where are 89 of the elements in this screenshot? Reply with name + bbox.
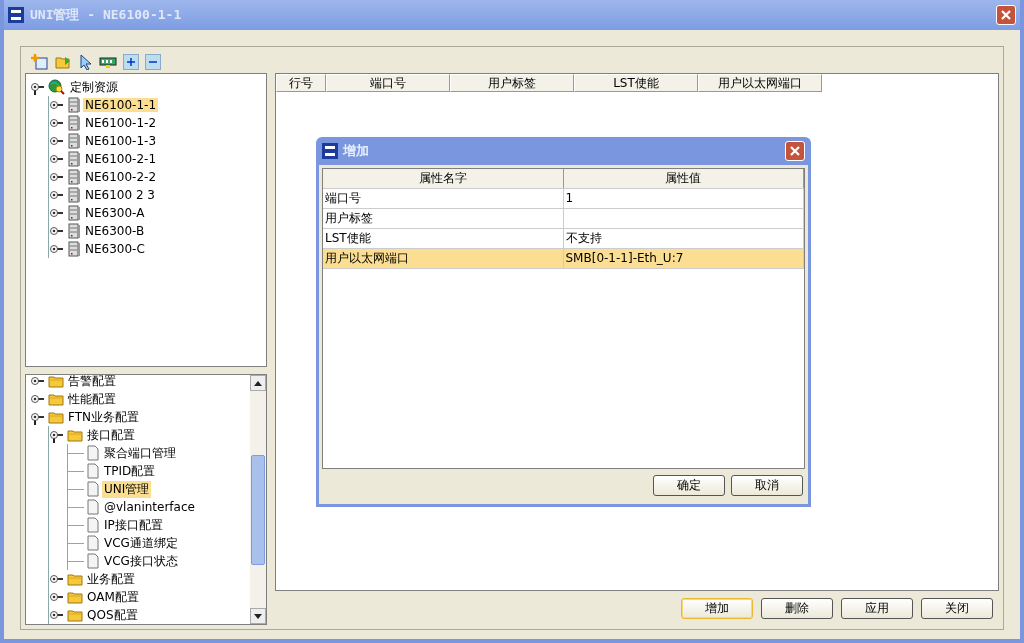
close-button[interactable] <box>785 141 805 161</box>
action-button[interactable]: 关闭 <box>921 597 993 619</box>
table-row[interactable]: 端口号 1 <box>323 189 804 209</box>
tree-item[interactable]: NE6100 2 3 <box>83 188 157 202</box>
tree-item[interactable]: 业务配置 <box>85 570 137 588</box>
globe-search-icon <box>48 79 66 95</box>
tree-item[interactable]: NE6100-1-2 <box>83 116 159 130</box>
tree-item[interactable]: 性能配置 <box>66 390 118 408</box>
column-header[interactable]: 属性名字 <box>323 169 564 188</box>
expand-all-icon[interactable] <box>123 54 139 70</box>
dialog-button[interactable]: 确定 <box>653 474 725 496</box>
tree-item[interactable]: TPID配置 <box>102 462 158 480</box>
dialog-title: 增加 <box>343 142 370 160</box>
pointer-icon[interactable] <box>79 54 93 70</box>
column-header[interactable]: 用户标签 <box>450 74 574 92</box>
action-button[interactable]: 删除 <box>761 597 833 619</box>
server-icon <box>67 133 81 149</box>
server-icon <box>67 223 81 239</box>
window-title: UNI管理 - NE6100-1-1 <box>30 6 183 24</box>
close-icon <box>789 145 801 157</box>
tree-item[interactable]: NE6100-2-1 <box>83 152 159 166</box>
scroll-down-button[interactable] <box>250 608 266 624</box>
down-arrow-icon <box>254 613 262 619</box>
tree-item[interactable]: NE6300-C <box>83 242 147 256</box>
tree-item[interactable]: @vlaninterface <box>102 500 197 514</box>
tree-item[interactable]: FTN业务配置 <box>66 408 141 426</box>
tree-item[interactable]: NE6300-B <box>83 224 147 238</box>
property-name: LST使能 <box>325 231 371 245</box>
tree-item[interactable]: VCG接口状态 <box>102 552 180 570</box>
collapse-all-icon[interactable] <box>145 54 161 70</box>
table-row[interactable]: 用户标签 <box>323 209 804 229</box>
tree-item[interactable]: NE6100-2-2 <box>83 170 159 184</box>
document-icon <box>86 499 100 515</box>
tree-item[interactable]: QOS配置 <box>85 606 140 624</box>
tree-item[interactable]: NE6100-1-1 <box>83 98 159 112</box>
folder-icon <box>67 608 83 622</box>
folder-icon <box>67 572 83 586</box>
column-header[interactable]: 用户以太网端口 <box>698 74 822 92</box>
tree-item[interactable]: UNI管理 <box>102 480 152 498</box>
close-button[interactable] <box>996 5 1016 25</box>
server-icon <box>67 187 81 203</box>
app-logo-icon <box>322 143 338 159</box>
tree-item[interactable]: OAM配置 <box>85 588 141 606</box>
property-name: 端口号 <box>325 191 361 205</box>
document-icon <box>86 463 100 479</box>
property-name: 用户标签 <box>325 211 373 225</box>
tree-item[interactable]: IP接口配置 <box>102 516 165 534</box>
dialog-button[interactable]: 取消 <box>731 474 803 496</box>
server-icon <box>67 115 81 131</box>
document-icon <box>86 535 100 551</box>
scroll-up-button[interactable] <box>250 375 266 391</box>
property-value: 不支持 <box>565 231 602 245</box>
server-icon <box>67 205 81 221</box>
tree-item[interactable]: 聚合端口管理 <box>102 444 178 462</box>
board-icon[interactable] <box>99 54 117 70</box>
property-name: 用户以太网端口 <box>325 251 409 265</box>
folder-icon <box>67 428 83 442</box>
column-header[interactable]: 属性值 <box>563 169 804 188</box>
scrollbar[interactable] <box>250 375 266 624</box>
folder-icon <box>48 392 64 406</box>
close-icon <box>1000 9 1012 21</box>
property-value: SMB[0-1-1]-Eth_U:7 <box>565 251 684 265</box>
tree-item[interactable]: NE6100-1-3 <box>83 134 159 148</box>
server-icon <box>67 97 81 113</box>
folder-icon <box>48 375 64 388</box>
folder-icon <box>67 590 83 604</box>
document-icon <box>86 481 100 497</box>
action-button[interactable]: 应用 <box>841 597 913 619</box>
column-header[interactable]: LST使能 <box>574 74 698 92</box>
tree-item[interactable]: NE6300-A <box>83 206 147 220</box>
column-header[interactable]: 行号 <box>276 74 326 92</box>
tree-item[interactable]: 定制资源 <box>68 78 120 96</box>
tree-item[interactable]: 接口配置 <box>85 426 137 444</box>
property-value: 1 <box>565 191 574 205</box>
server-icon <box>67 151 81 167</box>
document-icon <box>86 445 100 461</box>
server-icon <box>67 241 81 257</box>
column-header[interactable]: 端口号 <box>326 74 450 92</box>
server-icon <box>67 169 81 185</box>
document-icon <box>86 553 100 569</box>
document-icon <box>86 517 100 533</box>
app-logo-icon <box>8 7 24 23</box>
action-button[interactable]: 增加 <box>681 597 753 619</box>
up-arrow-icon <box>254 380 262 386</box>
tree-item[interactable]: 告警配置 <box>66 375 118 390</box>
scroll-thumb[interactable] <box>251 455 265 565</box>
folder-icon <box>48 410 64 424</box>
table-row[interactable]: 用户以太网端口 SMB[0-1-1]-Eth_U:7 <box>323 249 804 269</box>
tree-item[interactable]: VCG通道绑定 <box>102 534 180 552</box>
